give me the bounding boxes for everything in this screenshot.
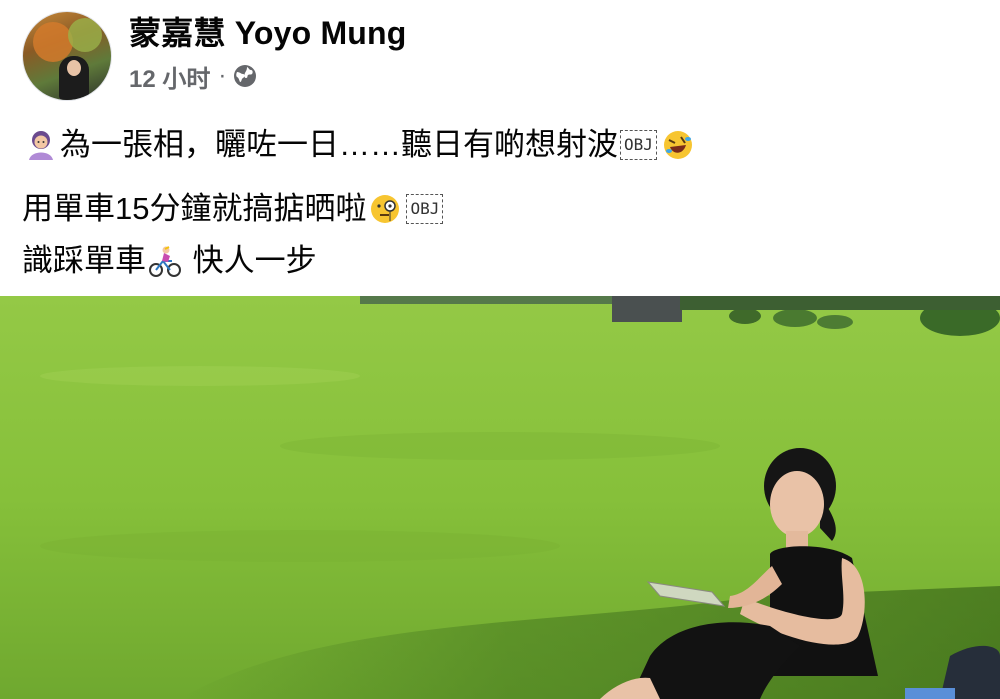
post-text-segment: 為一張相，曬咗一日……聽日有啲想射波 [60,127,618,162]
post-timestamp[interactable]: 12 小时 [129,59,210,94]
object-placeholder: OBJ [620,130,657,160]
object-placeholder: OBJ [406,194,444,224]
post-text-segment: 快人一步 [184,243,317,278]
post-text: 為一張相，曬咗一日……聽日有啲想射波 OBJ 用單車15分鐘就搞掂晒啦 OBJ 識踩單車… [22,119,697,287]
post-text-segment: 用單車15分鐘就搞掂晒啦 [22,191,367,226]
photo-image [0,296,1000,699]
woman-shrugging-emoji [29,131,53,160]
avatar-background-2 [68,18,102,52]
author-name[interactable]: 蒙嘉慧 Yoyo Mung [129,14,407,52]
person-biking-emoji [149,246,181,277]
post-text-segment: 識踩單車 [22,243,146,278]
globe-icon[interactable] [232,63,258,89]
post-line: 用單車15分鐘就搞掂晒啦 OBJ [22,183,697,235]
post-header: 蒙嘉慧 Yoyo Mung 12 小时 · [0,0,1000,110]
facebook-post: 蒙嘉慧 Yoyo Mung 12 小时 · 為一張相，曬咗一日……聽日有啲想射波… [0,0,1000,699]
avatar-face [67,60,81,76]
face-with-monocle-emoji [371,195,400,223]
post-photo[interactable] [0,296,1000,699]
meta-separator: · [218,62,227,89]
rolling-laughing-emoji [663,131,692,159]
post-line: 識踩單車 快人一步 [22,235,697,287]
post-line: 為一張相，曬咗一日……聽日有啲想射波 OBJ [22,119,697,171]
post-meta: 12 小时 · [129,59,258,94]
author-avatar[interactable] [22,11,112,101]
